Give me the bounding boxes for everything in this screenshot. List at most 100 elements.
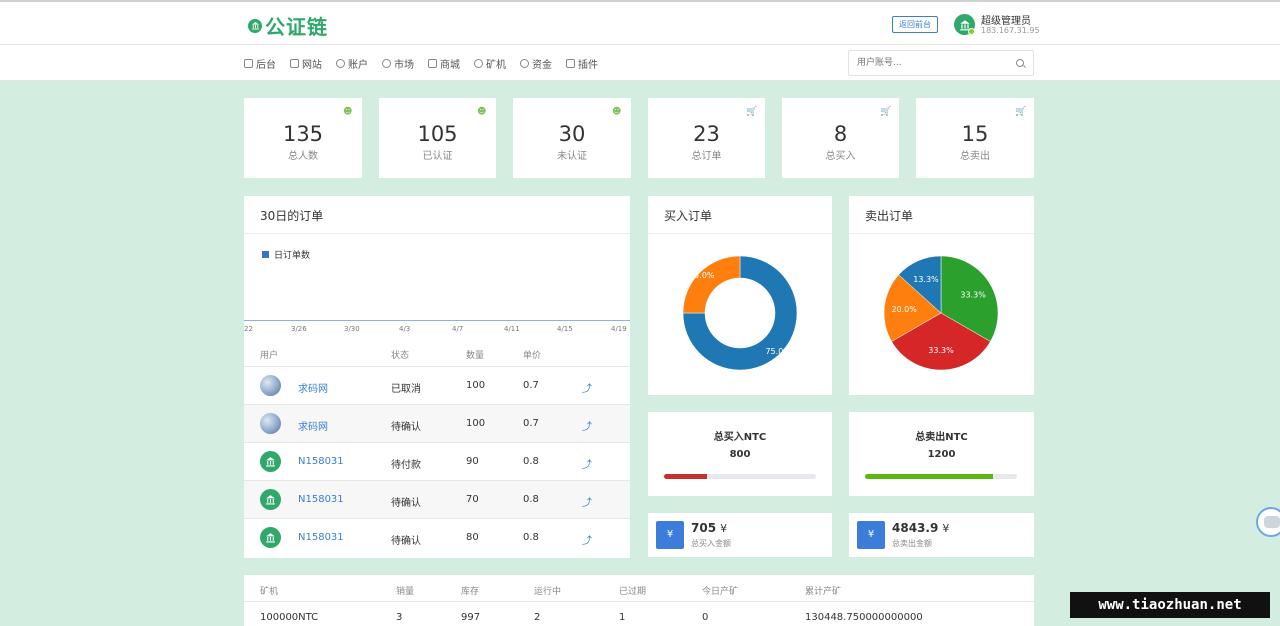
slice-label: 33.3% <box>960 290 986 299</box>
slice-label: 20.0% <box>891 305 917 314</box>
share-icon[interactable]: ⤴ <box>582 532 592 547</box>
avatar <box>260 375 281 396</box>
sales: 3 <box>396 612 403 623</box>
quantity: 70 <box>466 494 479 505</box>
column-header: 累计产矿 <box>805 587 842 597</box>
expired: 1 <box>619 612 626 623</box>
nav-label: 矿机 <box>486 60 506 71</box>
logo[interactable]: 公证链 <box>248 11 328 40</box>
amount-unit: ¥ <box>720 522 728 535</box>
pie-slice[interactable] <box>682 255 741 314</box>
search-input[interactable] <box>849 51 999 75</box>
legend-swatch <box>262 251 269 258</box>
stat-value: 23 <box>693 122 720 146</box>
amount-label: 总买入金额 <box>691 539 731 548</box>
amount-number: 4843.9 <box>892 521 939 535</box>
stat-value: 105 <box>417 122 458 146</box>
user-link[interactable]: N158031 <box>298 494 344 505</box>
quantity: 80 <box>466 532 479 543</box>
nav-item-funds[interactable]: 资金 <box>520 56 552 71</box>
x-tick-label: 4/7 <box>452 325 464 333</box>
admin-name[interactable]: 超级管理员 <box>981 12 1031 27</box>
user-icon: ☻ <box>477 107 487 117</box>
money-icon <box>520 59 529 68</box>
stat-value: 135 <box>282 122 324 146</box>
share-icon[interactable]: ⤴ <box>582 418 592 433</box>
total-output: 130448.750000000000 <box>805 612 923 623</box>
miner-name: 100000NTC <box>260 612 319 623</box>
share-icon[interactable]: ⤴ <box>582 494 592 509</box>
nav-item-miners[interactable]: 矿机 <box>474 56 506 71</box>
progress-fill <box>664 474 707 479</box>
user-link[interactable]: 求码网 <box>298 418 328 433</box>
logo-text: 公证链 <box>265 15 328 39</box>
bank-icon <box>248 18 262 33</box>
avatar <box>260 451 281 472</box>
column-header: 今日产矿 <box>702 587 739 597</box>
x-tick-label: 22 <box>244 325 253 333</box>
total-sell-ntc-card: 总卖出NTC 1200 <box>849 412 1034 496</box>
home-icon <box>244 59 253 68</box>
slice-label: 33.3% <box>928 346 954 355</box>
chart-legend[interactable]: 日订单数 <box>262 248 310 261</box>
watermark: www.tiaozhuan.net <box>1070 592 1270 618</box>
search-icon[interactable] <box>1016 59 1024 67</box>
nav-item-mall[interactable]: 商城 <box>428 56 460 71</box>
nav-item-market[interactable]: 市场 <box>382 56 414 71</box>
share-icon[interactable]: ⤴ <box>582 380 592 395</box>
legend-label: 日订单数 <box>274 251 311 261</box>
machine-icon <box>474 59 483 68</box>
total-value: 800 <box>729 449 751 460</box>
table-row: 100000NTC 3 997 2 1 0 130448.75000000000… <box>244 601 1034 626</box>
total-buy-amount-card: ¥ 705 ¥ 总买入金额 <box>648 513 832 557</box>
back-to-frontend-button[interactable]: 返回前台 <box>892 16 938 33</box>
column-header: 库存 <box>461 587 480 597</box>
user-icon: ☻ <box>343 107 353 117</box>
status-text: 待确认 <box>391 498 421 509</box>
cart-icon: 🛒 <box>880 107 892 117</box>
progress-fill <box>865 474 993 479</box>
nav-item-accounts[interactable]: 账户 <box>336 56 368 71</box>
nav-bar: 后台 网站 账户 市场 商城 矿机 资金 插件 <box>0 45 1280 81</box>
sell-orders-panel: 卖出订单 33.3% 33.3% 20.0% 13.3% <box>849 196 1034 395</box>
slice-label: 25.0% <box>689 271 715 280</box>
column-header-price: 单价 <box>523 351 542 361</box>
status-text: 已取消 <box>391 384 421 395</box>
nav-item-dashboard[interactable]: 后台 <box>244 56 276 71</box>
customer-service-button[interactable] <box>1256 507 1280 537</box>
table-row: 求码网 已取消 100 0.7 ⤴ <box>244 366 630 404</box>
online-status-dot <box>968 28 975 35</box>
x-axis-line <box>244 320 630 321</box>
x-tick-label: 4/15 <box>557 325 573 333</box>
nav-item-site[interactable]: 网站 <box>290 56 322 71</box>
x-tick-label: 3/26 <box>291 325 307 333</box>
nav-item-plugins[interactable]: 插件 <box>566 56 598 71</box>
quantity: 100 <box>466 380 486 391</box>
globe-icon <box>382 59 391 68</box>
user-link[interactable]: N158031 <box>298 532 344 543</box>
stat-value: 30 <box>558 122 586 146</box>
avatar <box>260 413 281 434</box>
nav-label: 商城 <box>440 60 460 71</box>
yen-icon: ¥ <box>656 521 684 549</box>
user-link[interactable]: 求码网 <box>298 380 328 395</box>
x-tick-label: 3/30 <box>344 325 360 333</box>
stat-value: 15 <box>961 122 989 146</box>
top-bar: 公证链 返回前台 超级管理员 183.167.31.95 <box>0 0 1280 45</box>
total-title: 总卖出NTC <box>915 432 968 443</box>
table-row: N158031 待付款 90 0.8 ⤴ <box>244 442 630 480</box>
stat-value: 8 <box>833 122 848 146</box>
progress-track <box>664 474 816 479</box>
column-header: 销量 <box>396 587 415 597</box>
running: 2 <box>534 612 541 623</box>
status-text: 待付款 <box>391 460 421 471</box>
share-icon[interactable]: ⤴ <box>582 456 592 471</box>
list-icon <box>290 59 299 68</box>
quantity: 90 <box>466 456 479 467</box>
divider <box>244 233 630 234</box>
user-link[interactable]: N158031 <box>298 456 344 467</box>
avatar <box>260 489 281 510</box>
today-output: 0 <box>702 612 709 623</box>
cart-icon <box>428 59 437 68</box>
total-title: 总买入NTC <box>713 432 767 443</box>
